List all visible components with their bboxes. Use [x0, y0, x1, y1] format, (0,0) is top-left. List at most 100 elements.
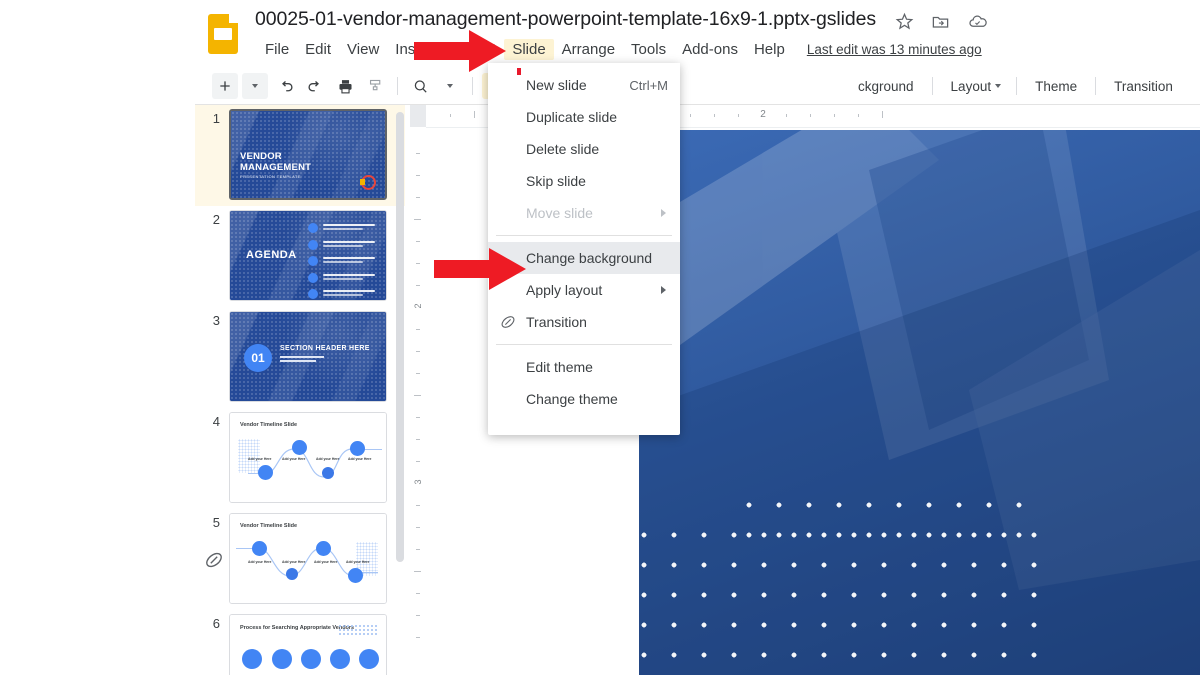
thumb1-logo-icon [360, 175, 376, 190]
thumb5-label-1: Add your Here [248, 560, 272, 564]
menu-arrange[interactable]: Arrange [554, 39, 623, 60]
toolbar-divider [397, 77, 398, 95]
menu-item-edit-theme[interactable]: Edit theme [488, 351, 680, 383]
filmstrip-slide-3[interactable]: 3 01 SECTION HEADER HERE [195, 307, 405, 408]
thumb5-label-4: Add your Here [346, 560, 370, 564]
layout-button[interactable]: Layout [940, 79, 996, 94]
slide-number: 4 [212, 414, 220, 429]
menu-item-label: Edit theme [526, 359, 593, 375]
vruler-label-3: 3 [413, 479, 423, 485]
slide-thumbnail[interactable]: Vendor Timeline Slide Add your Here Add … [229, 513, 387, 604]
slide-thumbnail[interactable]: Vendor Timeline Slide Add your Here Add … [229, 412, 387, 503]
submenu-arrow-icon [661, 286, 666, 294]
new-slide-button[interactable] [212, 73, 238, 99]
thumb2-title: AGENDA [246, 249, 297, 261]
menu-item-label: Apply layout [526, 282, 603, 298]
menu-bar: File Edit View Insert Format Slide Arran… [257, 38, 982, 60]
caret-down-icon [252, 84, 258, 88]
document-title[interactable]: 00025-01-vendor-management-powerpoint-te… [255, 8, 876, 31]
menu-view[interactable]: View [339, 39, 387, 60]
filmstrip-slide-2[interactable]: 2 AGENDA [195, 206, 405, 307]
google-slides-icon[interactable] [208, 14, 238, 54]
slide-number: 2 [212, 212, 220, 227]
google-slides-window: 00025-01-vendor-management-powerpoint-te… [0, 0, 1200, 675]
zoom-dropdown[interactable] [437, 73, 463, 99]
toolbar-divider [931, 77, 933, 95]
menu-addons[interactable]: Add-ons [674, 39, 746, 60]
menu-item-label: Duplicate slide [526, 109, 618, 125]
slide-number: 1 [212, 111, 220, 126]
filmstrip-slide-5[interactable]: 5 Vendor Timeline Slide Add your Here Ad… [195, 509, 405, 610]
transition-indicator-icon[interactable] [203, 549, 225, 576]
menu-tools[interactable]: Tools [623, 39, 674, 60]
slide-thumbnail[interactable]: AGENDA [229, 210, 387, 301]
star-icon[interactable] [895, 12, 914, 31]
thumb5-label-3: Add your Here [314, 560, 338, 564]
hruler-label-2: 2 [760, 109, 766, 120]
filmstrip-slide-1[interactable]: 1 VENDOR MANAGEMENT PRESENTATION TEMPLAT… [195, 105, 405, 206]
menu-edit[interactable]: Edit [297, 39, 339, 60]
menu-item-transition[interactable]: Transition [488, 306, 680, 338]
filmstrip-slide-6[interactable]: 6 Process for Searching Appropriate Vend… [195, 610, 405, 675]
undo-button[interactable] [272, 73, 298, 99]
current-slide-canvas[interactable]: VENDOR [639, 130, 1200, 675]
menu-item-label: Change theme [526, 391, 618, 407]
menu-item-label: New slide [526, 77, 587, 93]
toolbar: ckground Layout Theme Transition [195, 68, 1200, 105]
print-button[interactable] [332, 73, 358, 99]
slide-thumbnail[interactable]: Process for Searching Appropriate Vendor… [229, 614, 387, 675]
new-slide-dropdown[interactable] [242, 73, 268, 99]
background-button[interactable]: ckground [847, 79, 925, 94]
thumb4-label-1: Add your Here [248, 457, 272, 461]
menu-item-label: Skip slide [526, 173, 586, 189]
slide-filmstrip[interactable]: 1 VENDOR MANAGEMENT PRESENTATION TEMPLAT… [195, 105, 405, 675]
theme-button[interactable]: Theme [1024, 79, 1088, 94]
red-arrow-to-slide-menu [414, 30, 506, 72]
menu-file[interactable]: File [257, 39, 297, 60]
thumb6-title: Process for Searching Appropriate Vendor… [240, 625, 355, 631]
menu-separator [496, 235, 672, 236]
toolbar-divider [1095, 77, 1097, 95]
red-arrow-tip-fragment [517, 68, 521, 75]
move-to-folder-icon[interactable] [931, 12, 950, 31]
menu-item-shortcut: Ctrl+M [629, 77, 668, 93]
app-header: 00025-01-vendor-management-powerpoint-te… [195, 0, 1200, 68]
transition-button[interactable]: Transition [1103, 79, 1184, 94]
slide-number: 6 [212, 616, 220, 631]
thumb2-bullets [308, 222, 384, 300]
menu-item-move-slide: Move slide [488, 197, 680, 229]
toolbar-divider [472, 77, 473, 95]
menu-item-label: Transition [526, 314, 587, 330]
menu-help[interactable]: Help [746, 39, 793, 60]
thumb4-title: Vendor Timeline Slide [240, 422, 298, 428]
thumb1-title: VENDOR MANAGEMENT [240, 151, 312, 173]
vruler-label-2: 2 [413, 303, 423, 309]
filmstrip-slide-4[interactable]: 4 Vendor Timeline Slide Add your Here Ad… [195, 408, 405, 509]
toolbar-divider [1016, 77, 1018, 95]
menu-item-change-theme[interactable]: Change theme [488, 383, 680, 415]
menu-item-label: Delete slide [526, 141, 600, 157]
thumb4-label-2: Add your Here [282, 457, 306, 461]
menu-item-duplicate-slide[interactable]: Duplicate slide [488, 101, 680, 133]
vertical-ruler: 2 3 [410, 105, 427, 675]
menu-separator [496, 344, 672, 345]
transition-icon [499, 313, 517, 331]
slide-dot-pattern [639, 520, 1049, 675]
redo-button[interactable] [302, 73, 328, 99]
thumb3-badge: 01 [244, 344, 272, 372]
paint-format-button[interactable] [362, 73, 388, 99]
filmstrip-scrollbar[interactable] [396, 112, 404, 562]
slide-number: 3 [212, 313, 220, 328]
menu-item-skip-slide[interactable]: Skip slide [488, 165, 680, 197]
slide-thumbnail[interactable]: VENDOR MANAGEMENT PRESENTATION TEMPLATE [229, 109, 387, 200]
thumb1-subtitle: PRESENTATION TEMPLATE [240, 174, 301, 179]
zoom-button[interactable] [407, 73, 433, 99]
menu-slide[interactable]: Slide [504, 38, 554, 60]
slide-thumbnail[interactable]: 01 SECTION HEADER HERE [229, 311, 387, 402]
thumb6-dot-grid [338, 624, 378, 635]
last-edit-status[interactable]: Last edit was 13 minutes ago [807, 42, 982, 57]
cloud-saved-icon[interactable] [967, 12, 988, 31]
menu-item-delete-slide[interactable]: Delete slide [488, 133, 680, 165]
menu-item-label: Change background [526, 250, 653, 266]
layout-caret-icon[interactable] [995, 84, 1002, 88]
